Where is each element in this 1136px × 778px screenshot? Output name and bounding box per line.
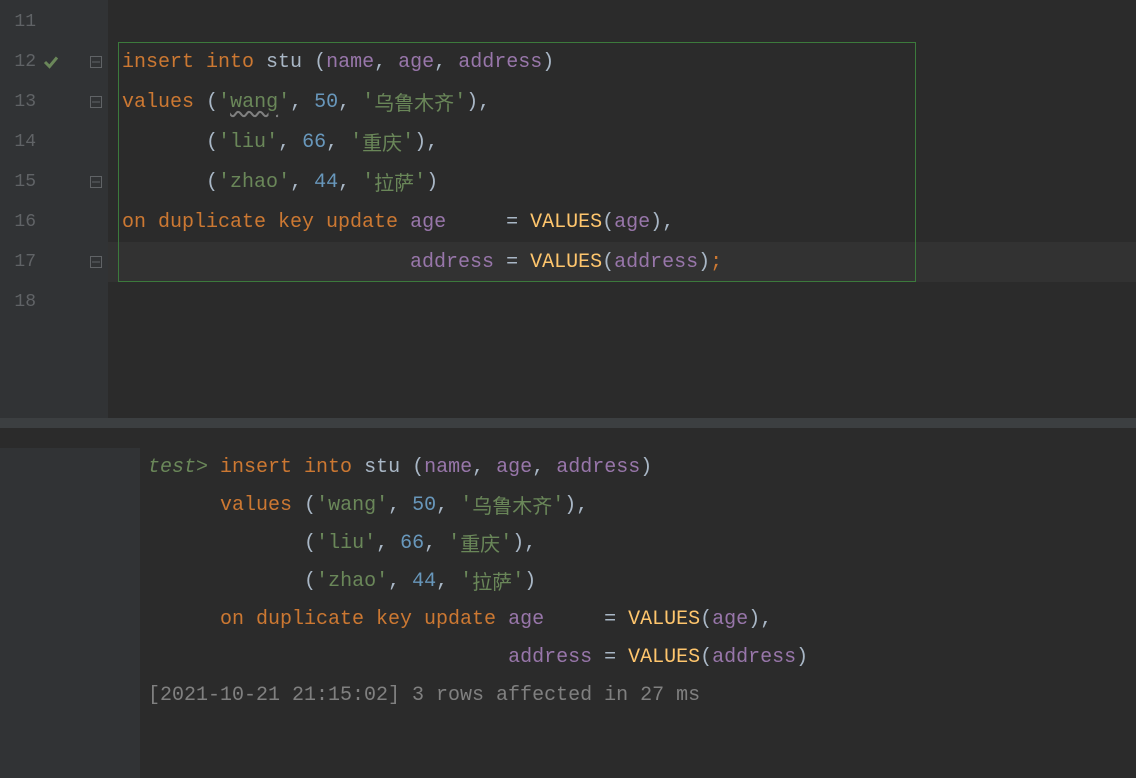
line-number: 11 (0, 12, 36, 32)
console-line: values ('wang', 50, '乌鲁木齐'), (148, 486, 1136, 524)
code-line[interactable]: on duplicate key update age = VALUES(age… (108, 202, 1136, 242)
fold-close-icon[interactable] (66, 176, 108, 188)
code-line[interactable]: address = VALUES(address); (108, 242, 1136, 282)
line-number: 17 (0, 252, 36, 272)
line-number: 16 (0, 212, 36, 232)
line-number: 18 (0, 292, 36, 312)
panel-separator[interactable] (0, 418, 1136, 428)
fold-open-icon[interactable] (66, 96, 108, 108)
fold-close-icon[interactable] (66, 256, 108, 268)
console-line: address = VALUES(address) (148, 638, 1136, 676)
console-line: ('zhao', 44, '拉萨') (148, 562, 1136, 600)
console-line: on duplicate key update age = VALUES(age… (148, 600, 1136, 638)
code-line[interactable]: ('liu', 66, '重庆'), (108, 122, 1136, 162)
line-number: 14 (0, 132, 36, 152)
code-line[interactable]: ('zhao', 44, '拉萨') (108, 162, 1136, 202)
fold-open-icon[interactable] (66, 56, 108, 68)
console-line: ('liu', 66, '重庆'), (148, 524, 1136, 562)
gutter: 11 12 13 14 15 16 17 18 (0, 0, 108, 418)
code-area[interactable]: insert into stu (name, age, address) val… (108, 0, 1136, 418)
console-line: test> insert into stu (name, age, addres… (148, 448, 1136, 486)
console-panel[interactable]: test> insert into stu (name, age, addres… (0, 428, 1136, 778)
console-result: [2021-10-21 21:15:02] 3 rows affected in… (148, 676, 1136, 714)
code-line[interactable]: values ('wang', 50, '乌鲁木齐'), (108, 82, 1136, 122)
checkmark-icon (36, 53, 66, 71)
line-number: 13 (0, 92, 36, 112)
line-number: 12 (0, 52, 36, 72)
console-gutter (0, 448, 140, 778)
code-line[interactable]: insert into stu (name, age, address) (108, 42, 1136, 82)
line-number: 15 (0, 172, 36, 192)
code-editor[interactable]: 11 12 13 14 15 16 17 18 insert into stu … (0, 0, 1136, 418)
